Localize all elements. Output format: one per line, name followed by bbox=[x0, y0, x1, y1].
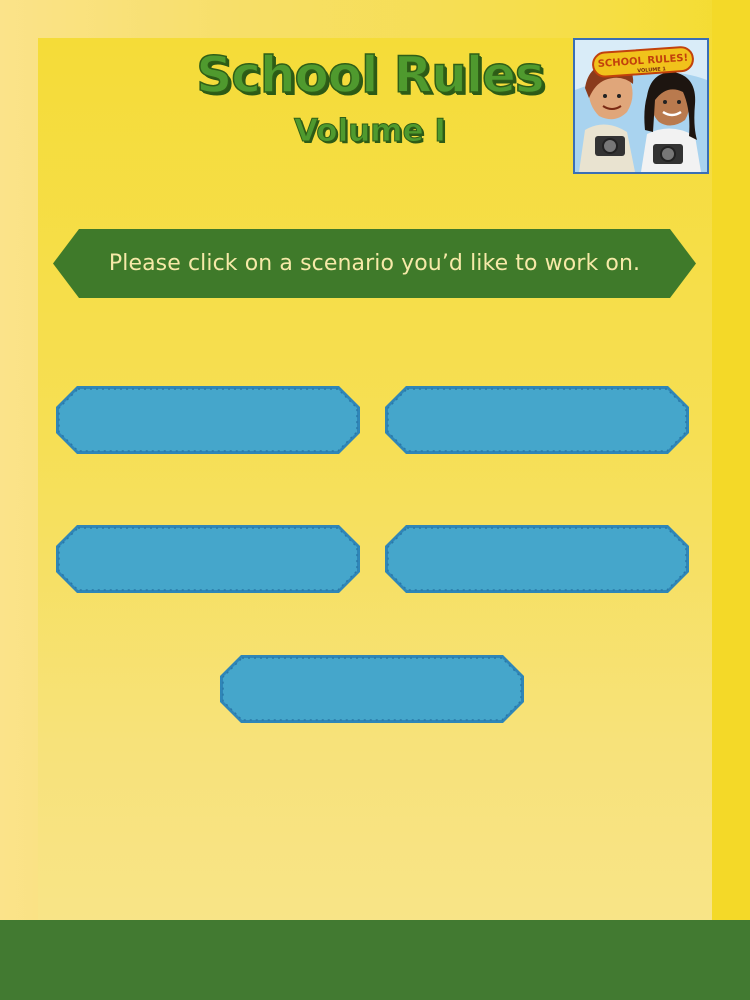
scenario-label bbox=[55, 524, 361, 594]
scenario-button-3[interactable] bbox=[55, 524, 361, 594]
instruction-text: Please click on a scenario you’d like to… bbox=[108, 251, 641, 276]
scenario-button-2[interactable] bbox=[384, 385, 690, 455]
right-edge-strip bbox=[712, 0, 750, 920]
scenario-button-5[interactable] bbox=[219, 654, 525, 724]
scenario-label bbox=[384, 524, 690, 594]
scenario-button-4[interactable] bbox=[384, 524, 690, 594]
page-title: School Rules bbox=[196, 46, 546, 104]
footer-bar bbox=[0, 920, 750, 1000]
scenario-label bbox=[219, 654, 525, 724]
scenario-button-1[interactable] bbox=[55, 385, 361, 455]
scenario-label bbox=[384, 385, 690, 455]
cover-illustration: SCHOOL RULES! VOLUME 1 bbox=[575, 40, 707, 172]
scenario-label bbox=[55, 385, 361, 455]
volume-cover-image: SCHOOL RULES! VOLUME 1 bbox=[573, 38, 709, 174]
page-subtitle: Volume I bbox=[294, 113, 447, 149]
instruction-banner: Please click on a scenario you’d like to… bbox=[53, 229, 696, 298]
